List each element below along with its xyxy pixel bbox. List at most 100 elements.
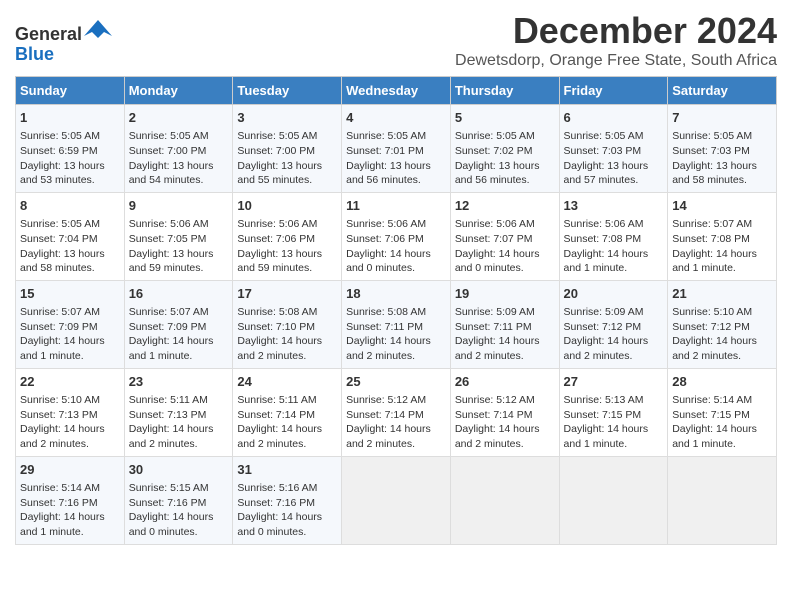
calendar-cell [559, 456, 668, 544]
cell-line: and 58 minutes. [20, 261, 120, 276]
day-number: 24 [237, 373, 337, 391]
day-number: 27 [564, 373, 664, 391]
cell-line: and 2 minutes. [672, 349, 772, 364]
cell-line: and 2 minutes. [237, 349, 337, 364]
cell-line: Daylight: 14 hours [564, 422, 664, 437]
calendar-body: 1Sunrise: 5:05 AMSunset: 6:59 PMDaylight… [16, 105, 777, 545]
week-row-3: 22 Sunrise: 5:10 AMSunset: 7:13 PM Dayligh… [16, 368, 777, 456]
logo-blue: Blue [15, 44, 54, 64]
cell-line: Sunrise: 5:08 AM [237, 305, 337, 320]
header-sunday: Sunday [16, 77, 125, 105]
day-number: 25 [346, 373, 446, 391]
cell-line: and 0 minutes. [129, 525, 229, 540]
cell-line: and 56 minutes. [346, 173, 446, 188]
cell-line: Sunset: 7:08 PM [564, 232, 664, 247]
day-number: 26 [455, 373, 555, 391]
cell-line: Sunset: 7:11 PM [346, 320, 446, 335]
cell-line: and 58 minutes. [672, 173, 772, 188]
cell-line: Sunset: 7:00 PM [237, 144, 337, 159]
calendar-cell: 26Sunrise: 5:12 AMSunset: 7:14 PMDayligh… [450, 368, 559, 456]
calendar-cell: 16Sunrise: 5:07 AMSunset: 7:09 PMDayligh… [124, 280, 233, 368]
calendar-cell: 13Sunrise: 5:06 AMSunset: 7:08 PMDayligh… [559, 192, 668, 280]
cell-line: Daylight: 14 hours [564, 247, 664, 262]
cell-line: Sunset: 7:13 PM [20, 408, 120, 423]
calendar-cell [668, 456, 777, 544]
cell-line: Sunset: 7:14 PM [346, 408, 446, 423]
day-number: 21 [672, 285, 772, 303]
cell-line: and 53 minutes. [20, 173, 120, 188]
cell-line: Sunrise: 5:06 AM [129, 217, 229, 232]
cell-line: Daylight: 14 hours [20, 510, 120, 525]
day-number: 19 [455, 285, 555, 303]
cell-line: Sunrise: 5:11 AM [129, 393, 229, 408]
cell-line: Sunset: 7:11 PM [455, 320, 555, 335]
cell-line: Sunrise: 5:09 AM [455, 305, 555, 320]
cell-line: Daylight: 14 hours [129, 334, 229, 349]
cell-line: Sunrise: 5:05 AM [346, 129, 446, 144]
cell-line: and 1 minute. [564, 437, 664, 452]
day-number: 23 [129, 373, 229, 391]
cell-line: Daylight: 14 hours [129, 422, 229, 437]
day-number: 17 [237, 285, 337, 303]
day-number: 7 [672, 109, 772, 127]
cell-line: and 1 minute. [129, 349, 229, 364]
cell-line: Sunrise: 5:09 AM [564, 305, 664, 320]
cell-line: Sunrise: 5:11 AM [237, 393, 337, 408]
logo: General Blue [15, 18, 112, 65]
calendar-cell: 31Sunrise: 5:16 AMSunset: 7:16 PMDayligh… [233, 456, 342, 544]
cell-line: Sunset: 7:07 PM [455, 232, 555, 247]
day-number: 4 [346, 109, 446, 127]
day-number: 11 [346, 197, 446, 215]
calendar-cell: 22Sunrise: 5:10 AMSunset: 7:13 PMDayligh… [16, 368, 125, 456]
cell-line: and 2 minutes. [237, 437, 337, 452]
cell-line: Sunrise: 5:06 AM [455, 217, 555, 232]
cell-line: Sunset: 7:10 PM [237, 320, 337, 335]
cell-line: Sunrise: 5:14 AM [20, 481, 120, 496]
day-number: 14 [672, 197, 772, 215]
cell-line: Sunrise: 5:07 AM [672, 217, 772, 232]
cell-line: Sunrise: 5:10 AM [20, 393, 120, 408]
cell-line: Sunrise: 5:05 AM [672, 129, 772, 144]
calendar-cell: 19Sunrise: 5:09 AMSunset: 7:11 PMDayligh… [450, 280, 559, 368]
calendar-cell: 3Sunrise: 5:05 AMSunset: 7:00 PMDaylight… [233, 105, 342, 193]
cell-line: Daylight: 14 hours [672, 334, 772, 349]
cell-line: Sunset: 7:09 PM [20, 320, 120, 335]
cell-line: Daylight: 13 hours [237, 159, 337, 174]
cell-line: Sunset: 7:02 PM [455, 144, 555, 159]
cell-line: Sunrise: 5:05 AM [129, 129, 229, 144]
calendar-cell: 21Sunrise: 5:10 AMSunset: 7:12 PMDayligh… [668, 280, 777, 368]
cell-line: Daylight: 13 hours [672, 159, 772, 174]
cell-line: and 56 minutes. [455, 173, 555, 188]
day-number: 29 [20, 461, 120, 479]
cell-line: Sunset: 7:14 PM [237, 408, 337, 423]
cell-line: Sunset: 7:15 PM [672, 408, 772, 423]
cell-line: Sunrise: 5:08 AM [346, 305, 446, 320]
day-number: 6 [564, 109, 664, 127]
cell-line: Sunrise: 5:06 AM [237, 217, 337, 232]
logo-bird-icon [84, 18, 112, 40]
cell-line: Sunrise: 5:10 AM [672, 305, 772, 320]
day-number: 8 [20, 197, 120, 215]
day-number: 16 [129, 285, 229, 303]
cell-line: Sunset: 7:05 PM [129, 232, 229, 247]
cell-line: and 1 minute. [20, 525, 120, 540]
day-number: 5 [455, 109, 555, 127]
calendar-cell: 24Sunrise: 5:11 AMSunset: 7:14 PMDayligh… [233, 368, 342, 456]
calendar-cell: 17Sunrise: 5:08 AMSunset: 7:10 PMDayligh… [233, 280, 342, 368]
cell-line: Sunrise: 5:16 AM [237, 481, 337, 496]
day-number: 22 [20, 373, 120, 391]
header-monday: Monday [124, 77, 233, 105]
cell-line: Sunset: 6:59 PM [20, 144, 120, 159]
cell-line: Sunset: 7:16 PM [129, 496, 229, 511]
calendar-cell [342, 456, 451, 544]
calendar-cell: 11Sunrise: 5:06 AMSunset: 7:06 PMDayligh… [342, 192, 451, 280]
calendar-cell: 15Sunrise: 5:07 AMSunset: 7:09 PMDayligh… [16, 280, 125, 368]
cell-line: Sunrise: 5:12 AM [455, 393, 555, 408]
logo-blue-text: Blue [15, 45, 112, 65]
week-row-0: 1Sunrise: 5:05 AMSunset: 6:59 PMDaylight… [16, 105, 777, 193]
cell-line: and 59 minutes. [129, 261, 229, 276]
location-title: Dewetsdorp, Orange Free State, South Afr… [455, 52, 777, 70]
day-number: 15 [20, 285, 120, 303]
calendar-cell: 1Sunrise: 5:05 AMSunset: 6:59 PMDaylight… [16, 105, 125, 193]
calendar-cell: 7Sunrise: 5:05 AMSunset: 7:03 PMDaylight… [668, 105, 777, 193]
